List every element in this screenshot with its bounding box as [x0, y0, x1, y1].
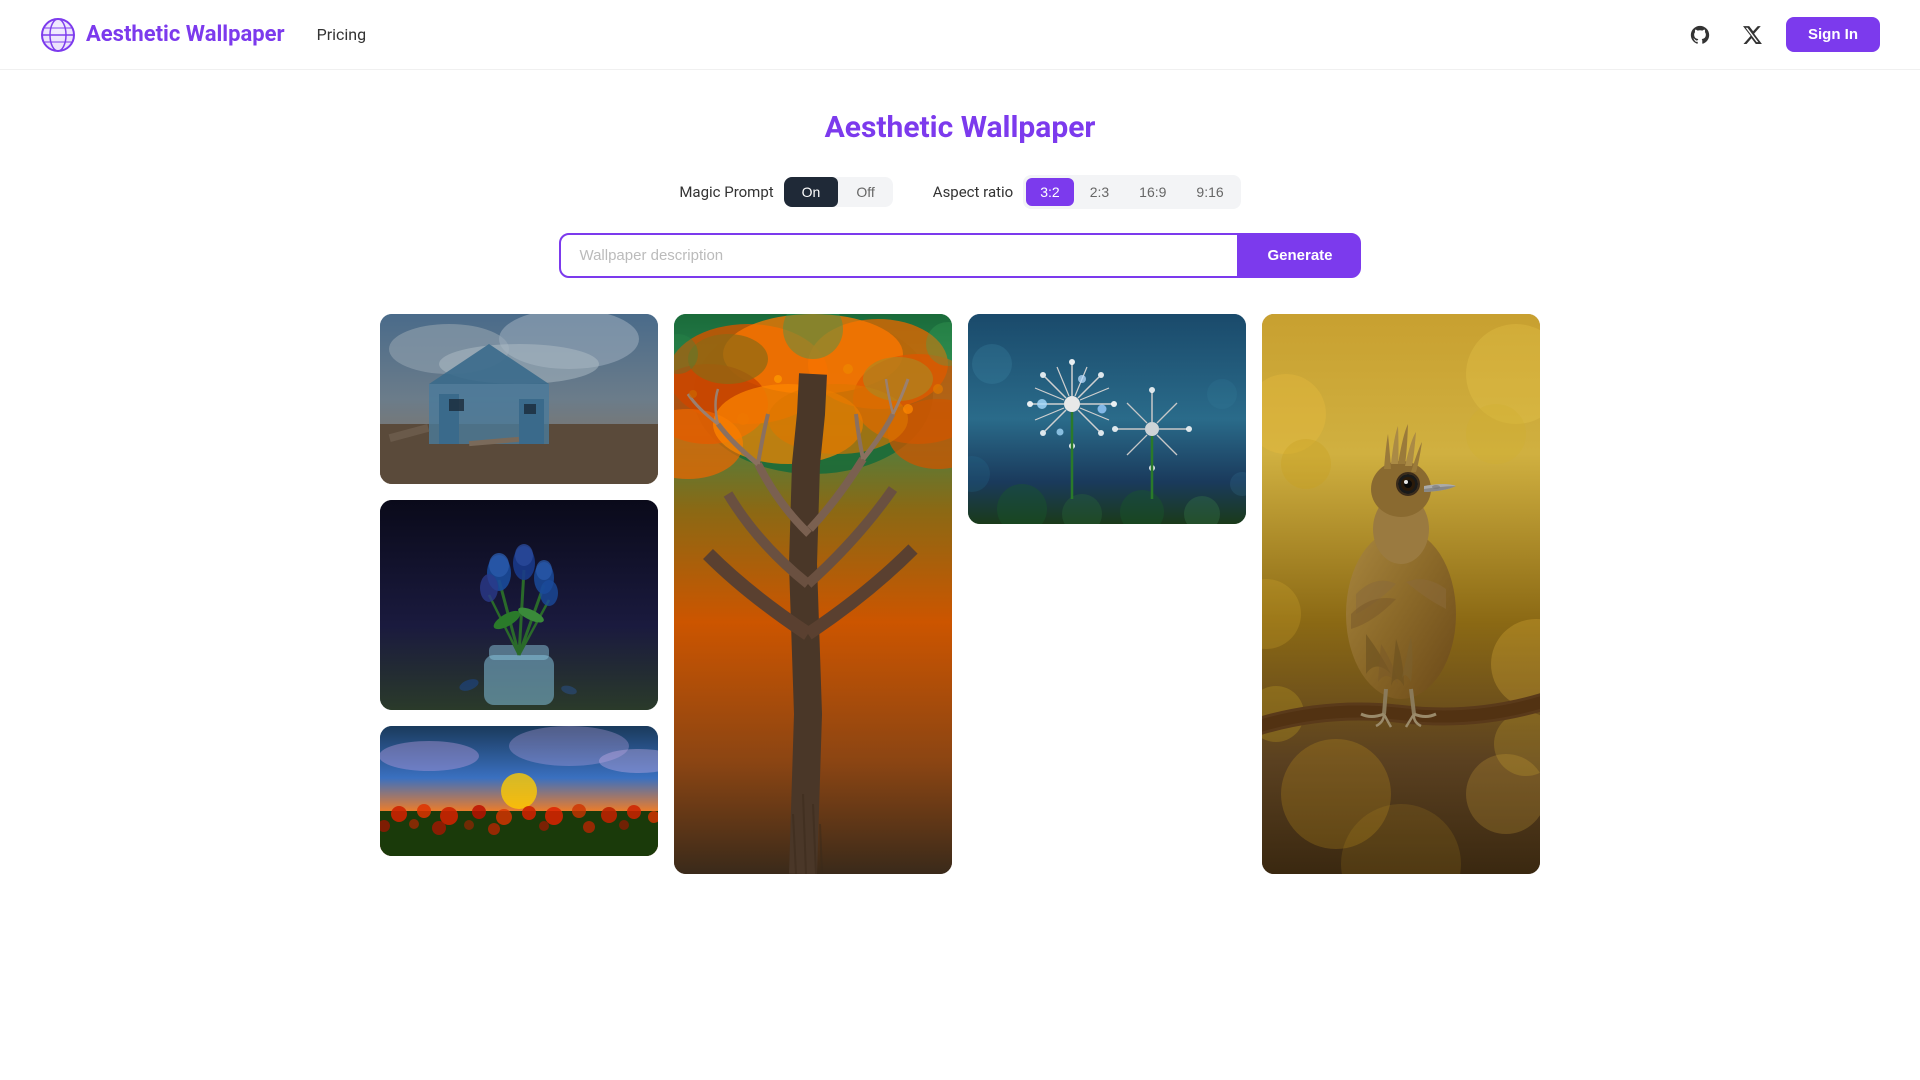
github-button[interactable] — [1682, 17, 1718, 53]
gallery-col-4 — [1262, 314, 1540, 874]
toggle-on-button[interactable]: On — [784, 177, 839, 207]
gallery-col-3 — [968, 314, 1246, 524]
sign-in-button[interactable]: Sign In — [1786, 17, 1880, 52]
header-right: Sign In — [1682, 17, 1880, 53]
gallery-image-bird[interactable] — [1262, 314, 1540, 874]
page-title: Aesthetic Wallpaper — [380, 110, 1540, 145]
aspect-2-3-button[interactable]: 2:3 — [1076, 178, 1123, 206]
gallery-image-ruined-house[interactable] — [380, 314, 658, 484]
gallery-image-sunset-poppies[interactable] — [380, 726, 658, 856]
aspect-buttons: 3:2 2:3 16:9 9:16 — [1023, 175, 1240, 209]
globe-icon — [40, 17, 76, 53]
search-input[interactable] — [559, 233, 1239, 278]
github-icon — [1689, 24, 1711, 46]
gallery-col-1 — [380, 314, 658, 856]
generate-button[interactable]: Generate — [1239, 233, 1360, 278]
x-icon — [1741, 24, 1763, 46]
controls-row: Magic Prompt On Off Aspect ratio 3:2 2:3… — [380, 175, 1540, 209]
logo-link[interactable]: Aesthetic Wallpaper — [40, 17, 285, 53]
aspect-16-9-button[interactable]: 16:9 — [1125, 178, 1180, 206]
aspect-ratio-group: Aspect ratio 3:2 2:3 16:9 9:16 — [933, 175, 1241, 209]
gallery-image-blue-tulips[interactable] — [380, 500, 658, 710]
aspect-3-2-button[interactable]: 3:2 — [1026, 178, 1073, 206]
gallery — [380, 314, 1540, 874]
magic-prompt-group: Magic Prompt On Off — [679, 177, 892, 207]
toggle-group: On Off — [784, 177, 893, 207]
header-left: Aesthetic Wallpaper Pricing — [40, 17, 366, 53]
gallery-image-autumn-tree[interactable] — [674, 314, 952, 874]
gallery-image-dandelion[interactable] — [968, 314, 1246, 524]
x-button[interactable] — [1734, 17, 1770, 53]
main-content: Aesthetic Wallpaper Magic Prompt On Off … — [360, 70, 1560, 914]
search-row: Generate — [380, 233, 1540, 278]
header: Aesthetic Wallpaper Pricing Sign In — [0, 0, 1920, 70]
aspect-ratio-label: Aspect ratio — [933, 183, 1013, 201]
gallery-col-2 — [674, 314, 952, 874]
aspect-9-16-button[interactable]: 9:16 — [1182, 178, 1237, 206]
magic-prompt-label: Magic Prompt — [679, 183, 773, 201]
logo-text: Aesthetic Wallpaper — [86, 22, 285, 47]
toggle-off-button[interactable]: Off — [838, 177, 892, 207]
pricing-link[interactable]: Pricing — [317, 25, 367, 44]
